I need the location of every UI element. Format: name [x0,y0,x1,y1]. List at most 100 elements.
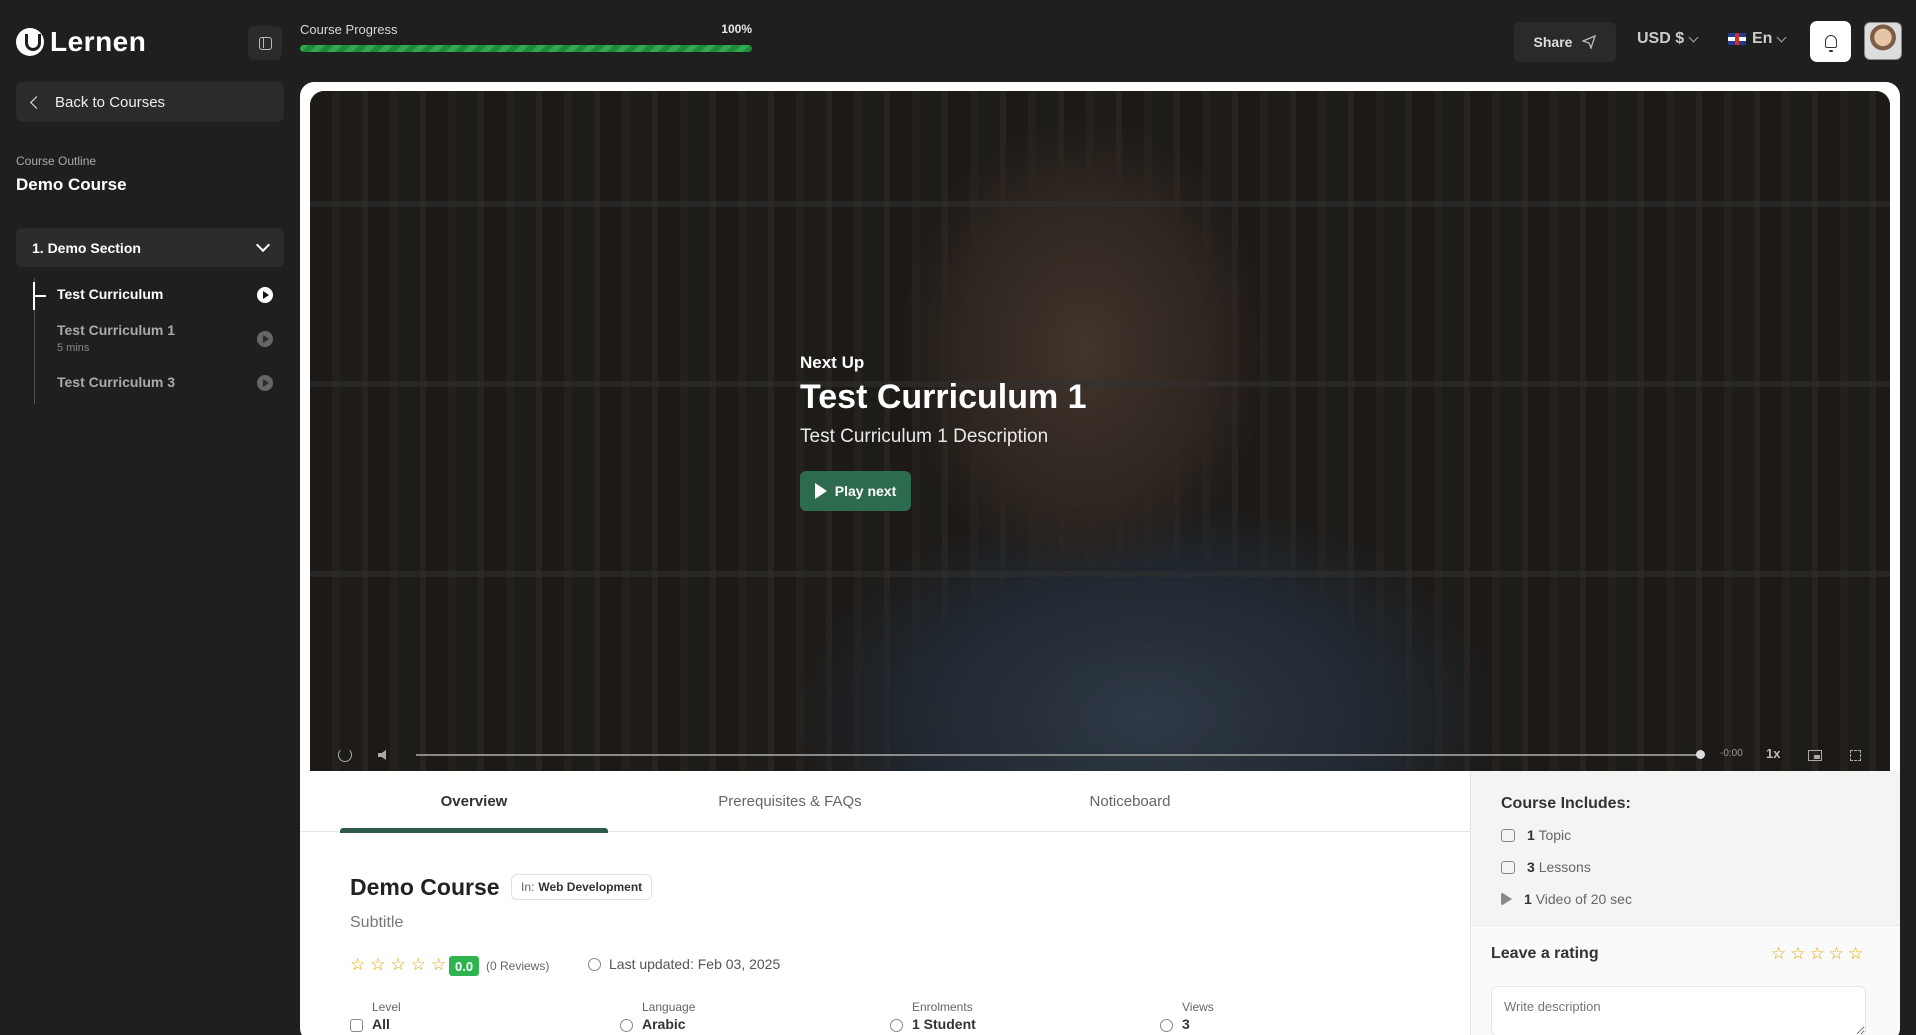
back-label: Back to Courses [55,93,166,111]
curriculum-item-label: Test Curriculum 3 [57,374,175,390]
clock-icon [588,957,601,971]
send-icon [1582,35,1597,49]
course-includes-panel: Course Includes: 1 Topic 3 Lessons 1 Vid… [1470,771,1900,1035]
leave-rating-title: Leave a rating [1491,945,1599,962]
chevron-left-icon [30,95,43,109]
brand-name: Lernen [50,26,147,57]
globe-icon [620,1019,633,1032]
progress-fill [300,45,752,52]
seek-handle[interactable] [1696,750,1705,759]
star-outline-icon[interactable]: ☆ [1848,944,1863,964]
stat-value: All [372,1016,390,1032]
video-player[interactable]: Next Up Test Curriculum 1 Test Curriculu… [310,91,1890,771]
currency-label: USD $ [1637,30,1685,47]
star-outline-icon: ☆ [350,955,366,974]
stat-label: Level [372,1000,401,1014]
star-outline-icon[interactable]: ☆ [1810,944,1825,964]
play-icon[interactable] [257,375,273,391]
rating-score: 0.0 [449,956,480,976]
play-icon [1501,892,1512,906]
includes-item: 1 Topic [1501,827,1571,843]
includes-count: 3 [1527,859,1535,875]
includes-label: Topic [1538,827,1572,843]
time-remaining: -0:00 [1720,748,1743,759]
rating-stars: ☆ ☆ ☆ ☆ ☆ [350,956,446,973]
language-label: En [1752,30,1773,47]
last-updated-text: Last updated: Feb 03, 2025 [609,956,781,972]
star-outline-icon: ☆ [370,955,386,974]
play-next-button[interactable]: Play next [800,471,911,511]
users-icon [890,1019,903,1032]
eye-icon [1160,1019,1173,1032]
play-icon [814,483,827,499]
video-overlay [310,91,1890,771]
course-progress: Course Progress 100% [300,22,752,52]
section-label: 1. Demo Section [32,239,141,256]
currency-selector[interactable]: USD $ [1637,30,1699,48]
star-outline-icon[interactable]: ☆ [1771,944,1786,964]
includes-count: 1 [1527,827,1535,843]
stat-label: Views [1182,1000,1214,1014]
next-up-label: Next Up [800,353,865,372]
includes-item: 3 Lessons [1501,859,1591,875]
chevron-down-icon [1777,32,1787,42]
chevron-down-icon [1688,32,1699,42]
course-outline-title: Demo Course [16,175,127,194]
category-name: Web Development [538,880,643,894]
fullscreen-icon[interactable] [1850,750,1861,761]
course-title: Demo Course [350,874,500,900]
star-outline-icon: ☆ [431,955,447,974]
playback-speed-button[interactable]: 1x [1766,746,1780,761]
course-subtitle: Subtitle [350,914,404,931]
category-badge[interactable]: In: Web Development [511,874,653,900]
star-outline-icon: ☆ [390,955,406,974]
brand-logo[interactable]: Lernen [16,26,146,58]
share-label: Share [1533,34,1573,50]
progress-label: Course Progress [300,22,398,37]
star-outline-icon[interactable]: ☆ [1829,944,1844,964]
next-lesson-title: Test Curriculum 1 [800,378,1087,416]
lernen-logo-icon [16,28,44,56]
course-tabs: Overview Prerequisites & FAQs Noticeboar… [300,771,1470,833]
reviews-count: (0 Reviews) [486,959,550,973]
tab-noticeboard[interactable]: Noticeboard [1000,771,1260,832]
seek-bar[interactable] [416,754,1703,756]
sidebar-toggle-button[interactable] [248,26,282,60]
play-next-label: Play next [834,483,897,499]
includes-count: 1 [1524,891,1532,907]
topic-icon [1501,828,1515,842]
next-lesson-description: Test Curriculum 1 Description [800,426,1049,447]
play-icon[interactable] [257,287,273,303]
level-icon [350,1019,363,1032]
last-updated: Last updated: Feb 03, 2025 [588,956,780,972]
progress-percent: 100% [721,22,752,36]
picture-in-picture-icon[interactable] [1808,750,1822,761]
includes-title: Course Includes: [1501,795,1631,812]
rating-description-input[interactable] [1491,986,1866,1035]
bell-icon [1824,35,1837,52]
stat-value: 1 Student [912,1016,976,1032]
curriculum-item-label: Test Curriculum 1 [57,322,175,338]
tab-prerequisites-faqs[interactable]: Prerequisites & FAQs [660,771,920,832]
back-to-courses-button[interactable]: Back to Courses [16,82,284,122]
tab-overview[interactable]: Overview [340,771,608,833]
section-accordion[interactable]: 1. Demo Section [16,228,284,267]
star-outline-icon[interactable]: ☆ [1790,944,1805,964]
language-selector[interactable]: En [1728,30,1787,48]
rating-input-stars: ☆ ☆ ☆ ☆ ☆ [1771,944,1863,964]
stat-value: 3 [1182,1016,1190,1032]
share-button[interactable]: Share [1514,22,1616,62]
curriculum-item-duration: 5 mins [57,342,90,354]
star-outline-icon: ☆ [410,955,426,974]
chevron-down-icon [255,237,271,252]
includes-item: 1 Video of 20 sec [1501,891,1632,907]
replay-icon[interactable] [338,748,352,762]
includes-label: Lessons [1538,859,1591,875]
stat-value: Arabic [642,1016,686,1032]
user-avatar[interactable] [1864,22,1902,60]
play-icon[interactable] [257,331,273,347]
notifications-button[interactable] [1810,21,1851,62]
uk-flag-icon [1728,33,1746,45]
main-content: Next Up Test Curriculum 1 Test Curriculu… [300,82,1900,1035]
stat-label: Enrolments [912,1000,973,1014]
